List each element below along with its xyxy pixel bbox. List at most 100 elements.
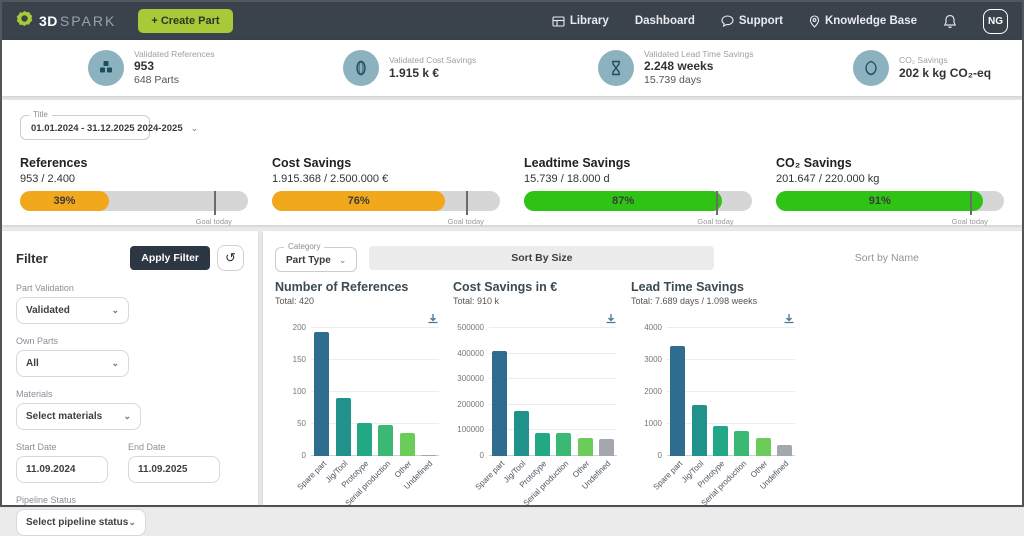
gridline: [667, 359, 795, 360]
bar-jig-tool: [514, 411, 529, 456]
plot-area: [489, 328, 617, 456]
goal-co2-savings: CO₂ Savings 201.647 / 220.000 kg 91% Goa…: [776, 156, 1004, 211]
cubes-icon: [88, 50, 124, 86]
reset-filter-button[interactable]: ↺: [217, 245, 244, 271]
goal-today-label: Goal today: [448, 217, 484, 226]
x-axis-labels: Spare partJig/ToolPrototypeSerial produc…: [453, 456, 631, 500]
chat-icon: [721, 15, 734, 27]
goal-cost-savings: Cost Savings 1.915.368 / 2.500.000 € 76%…: [272, 156, 500, 211]
pipeline-status-select[interactable]: Select pipeline status⌄: [16, 509, 146, 536]
y-tick-label: 300000: [457, 374, 484, 383]
kpi-value: 1.915 k €: [389, 66, 476, 81]
bar-other: [578, 438, 593, 456]
bar-other: [756, 438, 771, 456]
end-date-input[interactable]: 11.09.2025: [128, 456, 220, 483]
top-navbar: 3D SPARK + Create Part Library Dashboard…: [2, 2, 1022, 40]
bar-jig-tool: [692, 405, 707, 456]
part-validation-select[interactable]: Validated⌄: [16, 297, 129, 324]
kpi-validated-references: Validated References 953 648 Parts: [2, 40, 257, 96]
filter-title: Filter: [16, 251, 48, 266]
kpi-sub: 15.739 days: [644, 74, 753, 87]
hourglass-icon: [598, 50, 634, 86]
bar-spare-part: [670, 346, 685, 456]
progress-bar: 39% Goal today: [20, 191, 248, 211]
kpi-value: 953: [134, 59, 215, 74]
title-select-value: 01.01.2024 - 31.12.2025 2024-2025: [31, 123, 183, 134]
gridline: [489, 353, 617, 354]
kpi-value: 2.248 weeks: [644, 59, 753, 74]
plot-area: [667, 328, 795, 456]
bar-undefined: [599, 439, 614, 456]
kpi-sub: 648 Parts: [134, 74, 215, 87]
field-label: End Date: [128, 442, 220, 452]
sort-by-name-button[interactable]: Sort by Name: [714, 252, 1024, 264]
category-select[interactable]: Category Part Type ⌄: [275, 247, 357, 272]
gridline: [667, 391, 795, 392]
goal-references: References 953 / 2.400 39% Goal today: [20, 156, 248, 211]
y-tick-label: 50: [297, 419, 306, 428]
bar-prototype: [357, 423, 372, 456]
gridline: [489, 404, 617, 405]
bar-spare-part: [314, 332, 329, 456]
bar-prototype: [535, 433, 550, 456]
field-label: Part Validation: [16, 283, 244, 293]
field-label: Pipeline Status: [16, 495, 244, 505]
gridline: [489, 327, 617, 328]
progress-fill: 87%: [524, 191, 722, 211]
grid-icon: [552, 16, 565, 27]
goal-today-label: Goal today: [952, 217, 988, 226]
progress-bar: 87% Goal today: [524, 191, 752, 211]
title-select[interactable]: Title 01.01.2024 - 31.12.2025 2024-2025 …: [20, 115, 150, 140]
create-part-button[interactable]: + Create Part: [138, 9, 232, 33]
charts-panel: Category Part Type ⌄ Sort By Size Sort b…: [263, 231, 1022, 505]
x-axis-labels: Spare partJig/ToolPrototypeSerial produc…: [275, 456, 453, 500]
y-tick-label: 400000: [457, 349, 484, 358]
brand-logo[interactable]: 3D SPARK: [16, 10, 116, 32]
apply-filter-button[interactable]: Apply Filter: [130, 246, 210, 270]
y-tick-label: 500000: [457, 323, 484, 332]
goal-today-label: Goal today: [196, 217, 232, 226]
nav-item-library[interactable]: Library: [552, 15, 609, 27]
brand-text-3d: 3D: [39, 13, 58, 29]
goal-today-label: Goal today: [697, 217, 733, 226]
filter-panel: Filter Apply Filter ↺ Part Validation Va…: [2, 231, 258, 505]
nav-item-support[interactable]: Support: [721, 15, 783, 27]
field-label: Materials: [16, 389, 244, 399]
undo-icon: ↺: [225, 250, 236, 266]
chevron-down-icon: ⌄: [128, 517, 136, 528]
charts-row: Number of ReferencesTotal: 4200501001502…: [275, 280, 1010, 500]
y-tick-label: 3000: [644, 355, 662, 364]
chart-title: Cost Savings in €: [453, 280, 631, 294]
kpi-summary-bar: Validated References 953 648 Parts Valid…: [2, 40, 1022, 96]
gridline: [489, 378, 617, 379]
chevron-down-icon: ⌄: [111, 305, 119, 316]
nav-item-knowledge-base[interactable]: Knowledge Base: [809, 15, 917, 28]
brand-text-spark: SPARK: [60, 13, 116, 29]
bar-chart-number-of-references: Number of ReferencesTotal: 4200501001502…: [275, 280, 453, 500]
notification-bell-icon[interactable]: [943, 14, 957, 29]
y-axis: 0100000200000300000400000500000: [453, 328, 489, 456]
materials-select[interactable]: Select materials⌄: [16, 403, 141, 430]
field-label: Own Parts: [16, 336, 244, 346]
progress-bar: 76% Goal today: [272, 191, 500, 211]
y-axis: 050100150200: [275, 328, 311, 456]
y-tick-label: 100: [293, 387, 306, 396]
own-parts-select[interactable]: All⌄: [16, 350, 129, 377]
progress-fill: 91%: [776, 191, 983, 211]
spark-logo-icon: [16, 10, 33, 32]
progress-fill: 39%: [20, 191, 109, 211]
y-tick-label: 4000: [644, 323, 662, 332]
y-tick-label: 200: [293, 323, 306, 332]
goal-marker: [214, 191, 216, 215]
chart-subtitle: Total: 7.689 days / 1.098 weeks: [631, 296, 809, 306]
sort-by-size-button[interactable]: Sort By Size: [369, 246, 714, 270]
pin-icon: [809, 15, 820, 28]
coin-icon: [343, 50, 379, 86]
bar-serial-production: [378, 425, 393, 456]
nav-item-dashboard[interactable]: Dashboard: [635, 15, 695, 27]
kpi-label: CO₂ Savings: [899, 55, 991, 66]
gridline: [311, 359, 439, 360]
start-date-input[interactable]: 11.09.2024: [16, 456, 108, 483]
user-avatar[interactable]: NG: [983, 9, 1008, 34]
chart-subtitle: Total: 910 k: [453, 296, 631, 306]
